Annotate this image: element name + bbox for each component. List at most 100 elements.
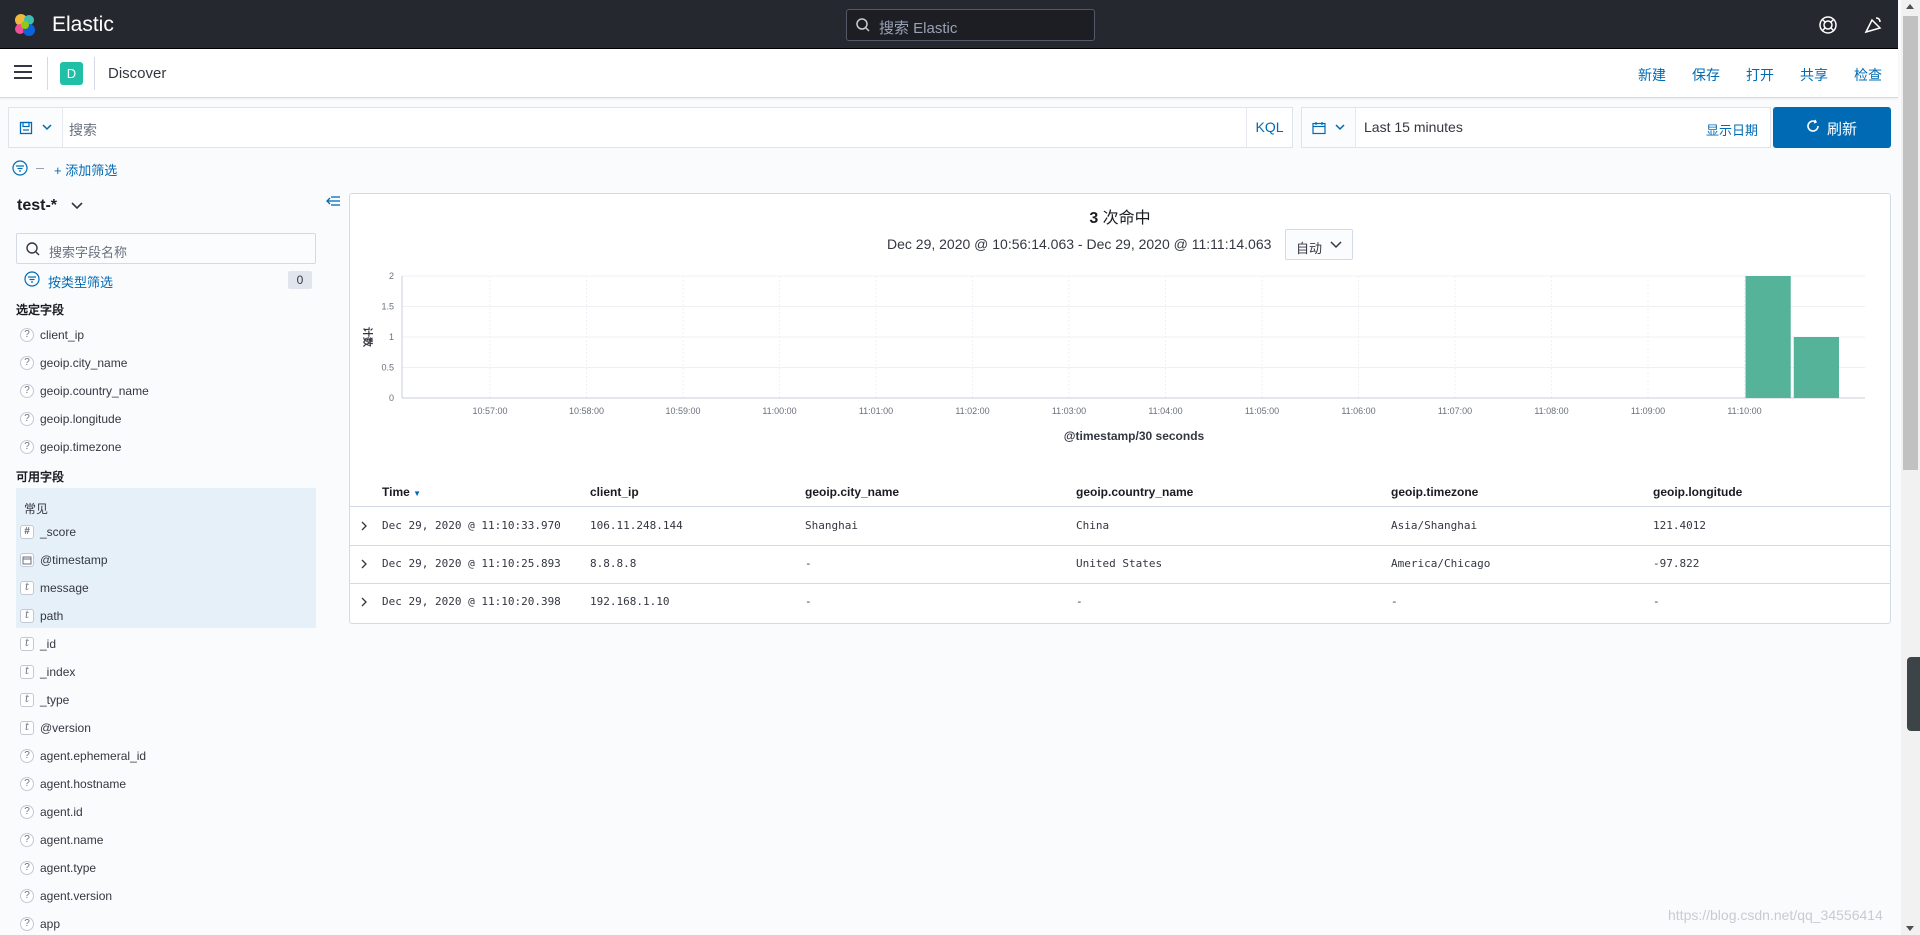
x-tick-label: 11:04:00 — [1148, 406, 1182, 416]
open-button[interactable]: 打开 — [1746, 65, 1774, 85]
unknown-type-icon: ? — [20, 833, 34, 847]
field-name: geoip.country_name — [40, 384, 149, 398]
index-pattern-name: test-* — [17, 197, 58, 214]
time-range-text[interactable]: Last 15 minutes — [1364, 119, 1463, 135]
field-name: _index — [40, 665, 76, 679]
column-header-city-name[interactable]: geoip.city_name — [805, 485, 899, 499]
histogram-bar — [1793, 337, 1839, 398]
table-cell: Dec 29, 2020 @ 11:10:20.398 — [382, 595, 561, 608]
table-cell: Dec 29, 2020 @ 11:10:25.893 — [382, 557, 561, 570]
x-tick-label: 11:06:00 — [1341, 406, 1375, 416]
y-axis-title: 计数 — [361, 327, 374, 348]
help-lifebuoy-icon[interactable] — [1817, 14, 1839, 36]
share-button[interactable]: 共享 — [1800, 65, 1828, 85]
x-tick-label: 11:01:00 — [859, 406, 893, 416]
side-widget-tab[interactable] — [1907, 657, 1920, 731]
table-cell: - — [1076, 595, 1083, 608]
new-button[interactable]: 新建 — [1638, 65, 1666, 85]
x-tick-label: 11:10:00 — [1727, 406, 1761, 416]
menu-toggle-icon[interactable] — [14, 65, 32, 81]
sort-down-icon[interactable]: ▼ — [413, 489, 421, 498]
divider — [47, 57, 48, 90]
interval-select[interactable]: 自动 — [1285, 229, 1353, 260]
global-search-input[interactable]: 搜索 Elastic — [846, 9, 1095, 41]
x-tick-label: 11:02:00 — [955, 406, 989, 416]
table-row[interactable]: Dec 29, 2020 @ 11:10:25.893 8.8.8.8 - Unit… — [350, 546, 1890, 584]
expand-row-icon[interactable] — [360, 595, 368, 610]
search-icon — [856, 18, 870, 32]
y-tick-label: 2 — [389, 271, 394, 281]
quick-menu-button[interactable] — [1302, 108, 1356, 147]
app-header: D Discover 新建 保存 打开 共享 检查 — [0, 49, 1898, 98]
string-type-icon: t — [20, 637, 34, 651]
calendar-icon — [1312, 122, 1326, 135]
elastic-logo-icon[interactable] — [12, 12, 38, 38]
filter-separator — [36, 168, 44, 169]
refresh-button[interactable]: 刷新 — [1773, 107, 1891, 148]
newsfeed-icon[interactable] — [1862, 14, 1884, 36]
column-header-time[interactable]: Time ▼ — [382, 485, 421, 499]
filter-options-icon[interactable] — [12, 160, 28, 176]
scroll-down-arrow-icon[interactable] — [1906, 926, 1914, 931]
table-cell: Asia/Shanghai — [1391, 519, 1478, 532]
field-name: agent.name — [40, 833, 104, 847]
page-scrollbar[interactable] — [1901, 0, 1920, 935]
table-row[interactable]: Dec 29, 2020 @ 11:10:33.970 106.11.248.14… — [350, 508, 1890, 546]
brand-name[interactable]: Elastic — [52, 13, 114, 37]
table-cell: Dec 29, 2020 @ 11:10:33.970 — [382, 519, 561, 532]
unknown-type-icon: ? — [20, 328, 34, 342]
save-disk-icon — [19, 121, 33, 135]
unknown-type-icon: ? — [20, 777, 34, 791]
column-header-client-ip[interactable]: client_ip — [590, 485, 639, 499]
popular-fields-label: 常见 — [24, 502, 49, 516]
string-type-icon: t — [20, 693, 34, 707]
number-type-icon: # — [20, 525, 34, 539]
query-search-input[interactable]: 搜索 — [69, 120, 97, 140]
global-search-placeholder: 搜索 Elastic — [879, 20, 958, 37]
column-header-longitude[interactable]: geoip.longitude — [1653, 485, 1742, 499]
column-header-timezone[interactable]: geoip.timezone — [1391, 485, 1478, 499]
saved-query-button[interactable] — [9, 108, 63, 147]
field-name: _id — [40, 637, 57, 651]
table-cell: Shanghai — [805, 519, 858, 532]
column-header-country-name[interactable]: geoip.country_name — [1076, 485, 1193, 499]
table-cell: America/Chicago — [1391, 557, 1491, 570]
query-language-button[interactable]: KQL — [1246, 108, 1292, 147]
histogram-bar — [1745, 276, 1791, 398]
add-filter-button[interactable]: + 添加筛选 — [54, 160, 117, 179]
histogram-chart: 0 0.5 1 1.5 2 10:57:00 10:58:00 10:59:00 11:00:0… — [361, 271, 1865, 443]
inspect-button[interactable]: 检查 — [1854, 65, 1882, 85]
table-cell: 8.8.8.8 — [590, 557, 637, 570]
scroll-thumb[interactable] — [1903, 16, 1918, 470]
table-row[interactable]: Dec 29, 2020 @ 11:10:20.398 192.168.1.10 … — [350, 584, 1890, 622]
interval-value: 自动 — [1296, 241, 1323, 256]
expand-row-icon[interactable] — [360, 557, 368, 572]
table-cell: United States — [1076, 557, 1163, 570]
field-name: @version — [40, 721, 91, 735]
table-cell: China — [1076, 519, 1110, 532]
discover-results-panel: 3 次命中 Dec 29, 2020 @ 10:56:14.063 - Dec … — [349, 193, 1891, 624]
field-name: path — [40, 609, 64, 623]
filter-by-type-button[interactable]: 按类型筛选 — [24, 271, 113, 290]
table-cell: 192.168.1.10 — [590, 595, 670, 608]
field-search-input[interactable]: 搜索字段名称 — [16, 233, 316, 264]
scroll-up-arrow-icon[interactable] — [1906, 4, 1914, 9]
refresh-icon — [1807, 119, 1819, 132]
x-tick-label: 10:58:00 — [569, 406, 604, 416]
table-cell: - — [1391, 595, 1398, 608]
string-type-icon: t — [20, 665, 34, 679]
selected-fields-title: 选定字段 — [16, 303, 65, 317]
field-name: app — [40, 917, 61, 931]
collapse-sidebar-icon[interactable] — [325, 194, 341, 208]
index-pattern-selector[interactable]: test-* — [17, 197, 83, 215]
show-dates-button[interactable]: 显示日期 — [1706, 120, 1758, 139]
x-tick-label: 11:07:00 — [1438, 406, 1472, 416]
expand-row-icon[interactable] — [360, 519, 368, 534]
space-avatar[interactable]: D — [60, 62, 83, 85]
save-button[interactable]: 保存 — [1692, 65, 1720, 85]
string-type-icon: t — [20, 581, 34, 595]
hits-number: 3 — [1089, 210, 1099, 227]
x-tick-label: 11:05:00 — [1245, 406, 1279, 416]
field-name: @timestamp — [40, 553, 108, 567]
x-tick-label: 11:09:00 — [1631, 406, 1665, 416]
